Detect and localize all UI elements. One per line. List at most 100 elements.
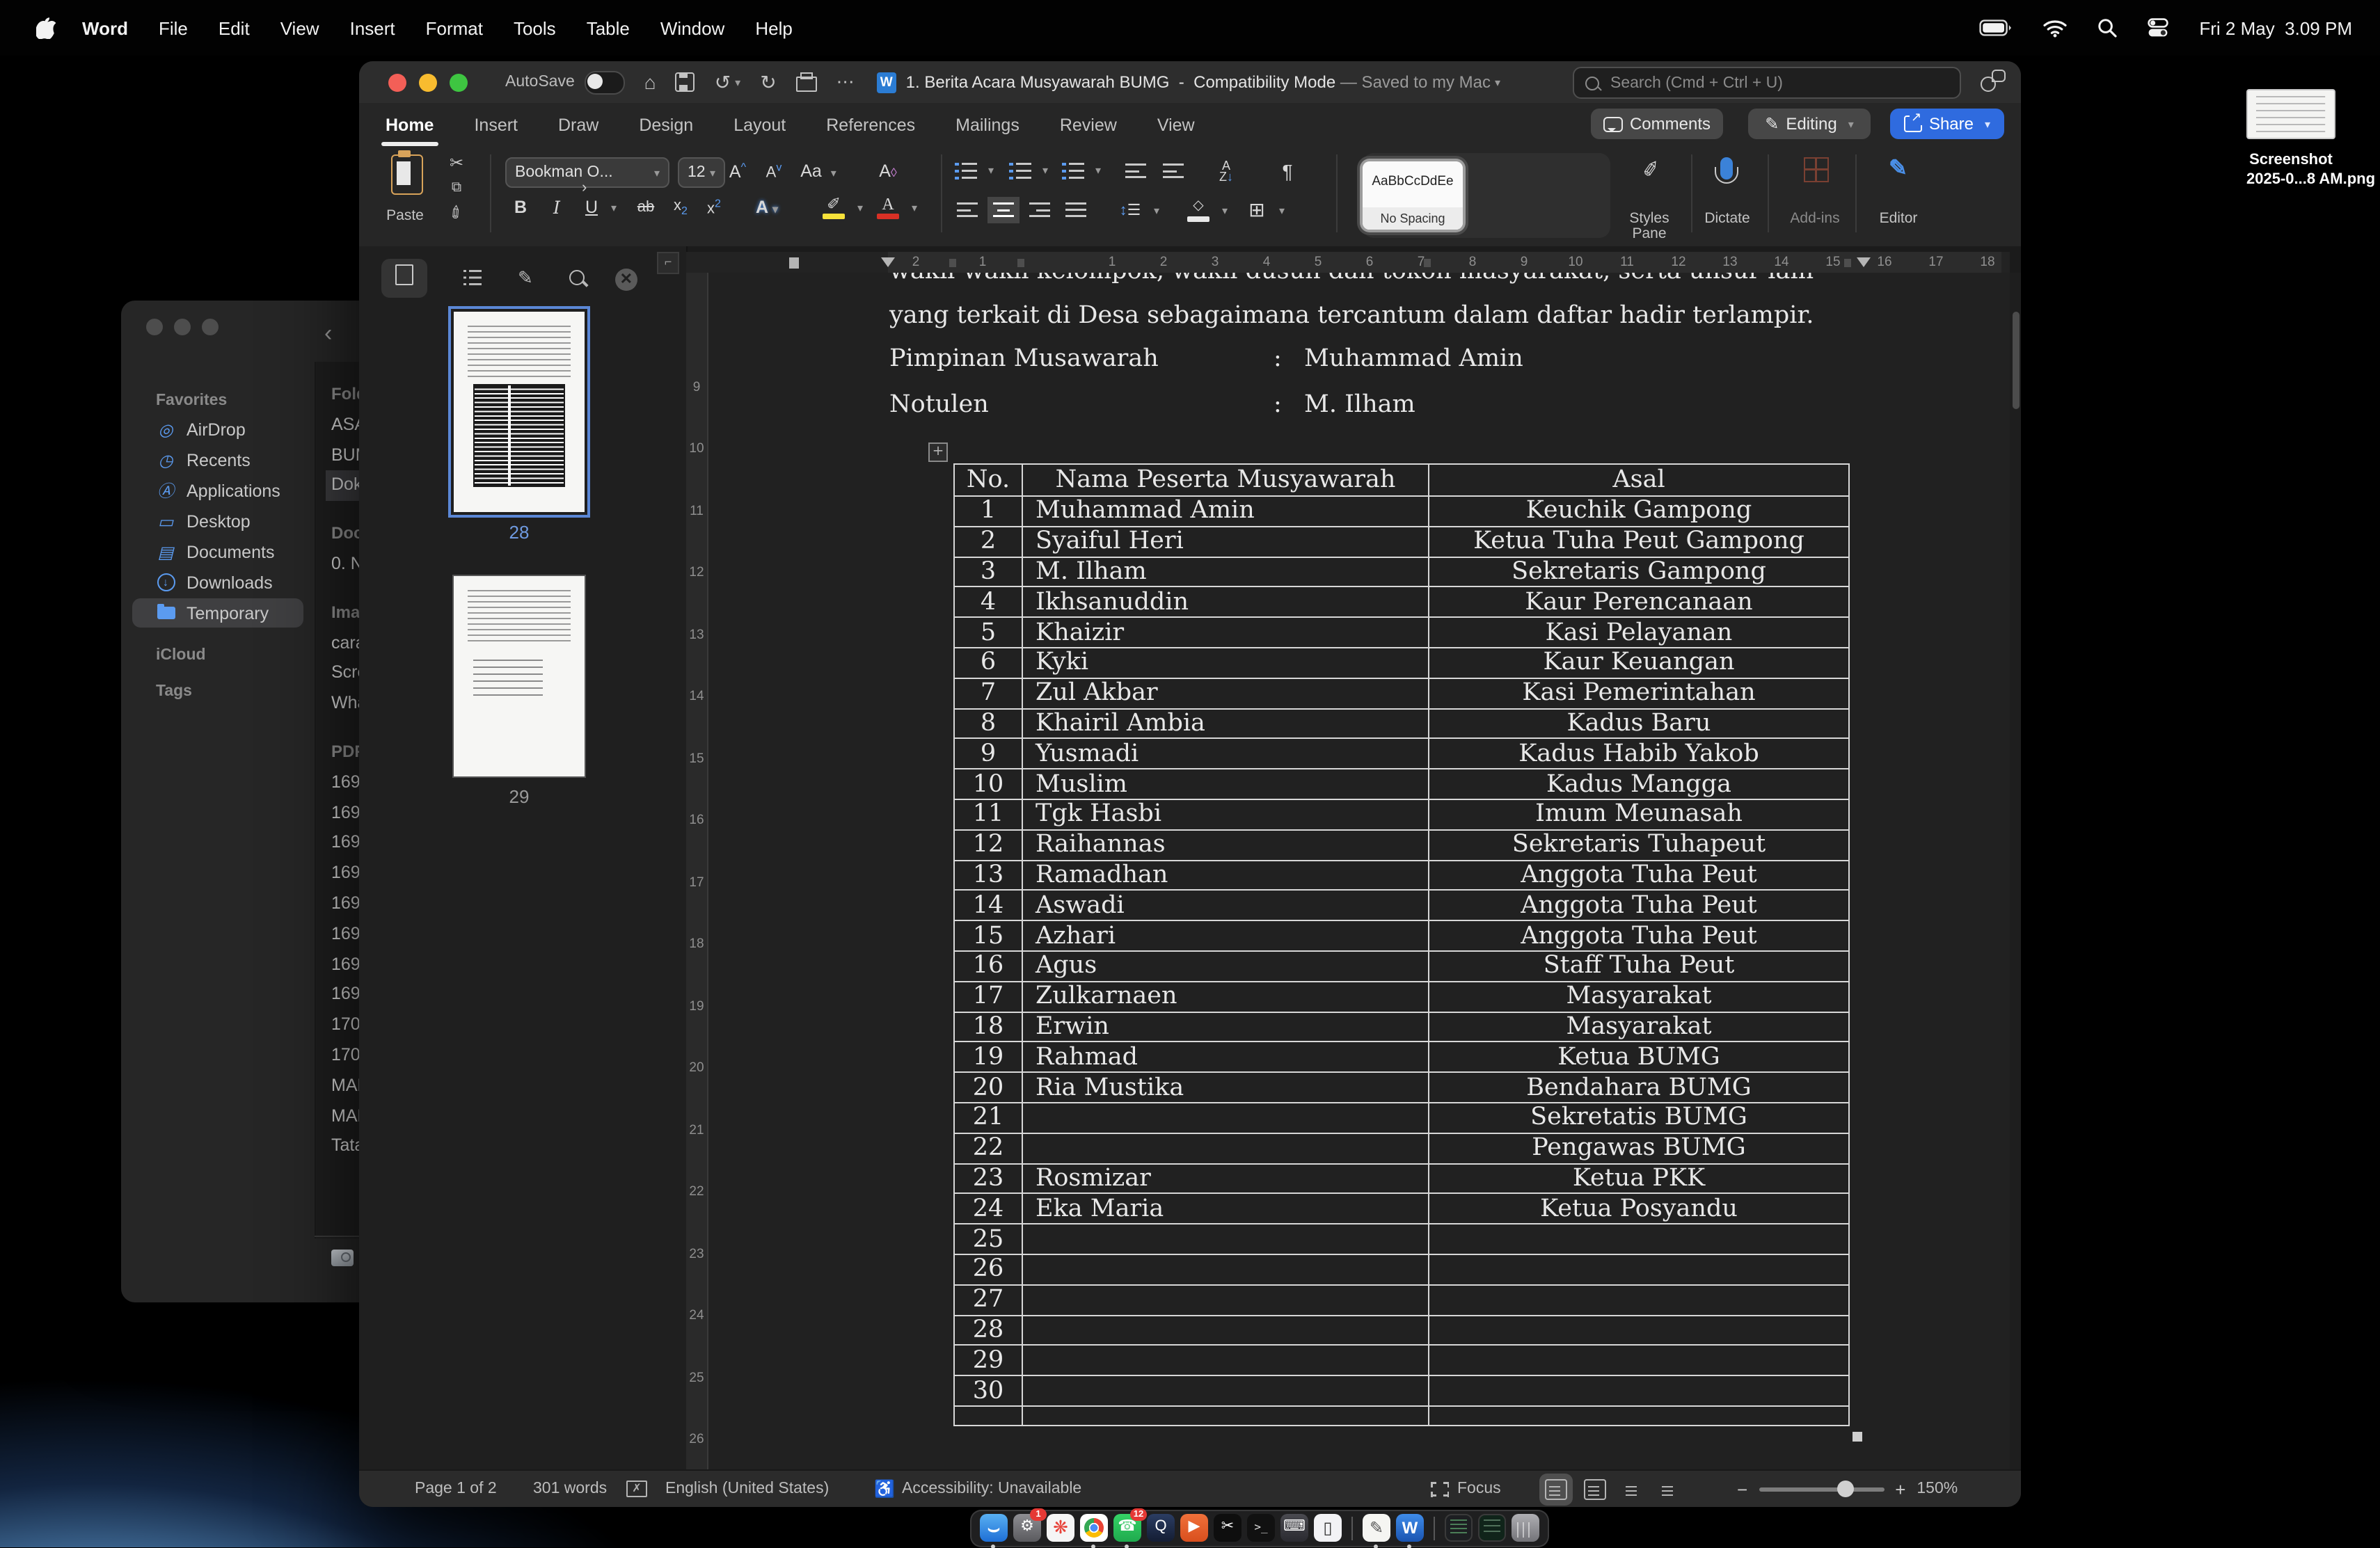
table-row[interactable]: 5 Khaizir Kasi Pelayanan	[955, 618, 1850, 648]
search-input[interactable]	[1608, 73, 1933, 93]
ribbon-tab[interactable]: Insert	[473, 109, 519, 140]
save-icon[interactable]	[676, 72, 695, 92]
menu-item-table[interactable]: Table	[571, 17, 645, 38]
dock-app[interactable]: >_	[1247, 1513, 1275, 1544]
saved-status[interactable]: — Saved to my Mac	[1335, 72, 1491, 92]
focus-button[interactable]: Focus	[1457, 1481, 1501, 1497]
undo-chevron-icon[interactable]: ▾	[735, 76, 740, 88]
multilevel-chevron-icon[interactable]: ▾	[1095, 164, 1101, 177]
italic-button[interactable]: I	[553, 197, 560, 218]
add-ins-label[interactable]: Add-ins	[1790, 212, 1839, 227]
bold-button[interactable]: B	[514, 198, 527, 217]
dock-app[interactable]	[1445, 1513, 1473, 1544]
styles-pane-label[interactable]: Styles Pane	[1615, 212, 1684, 242]
print-layout-view-button[interactable]	[1545, 1478, 1567, 1499]
search-pane-tab[interactable]	[569, 268, 585, 289]
first-line-indent-marker[interactable]	[881, 257, 895, 267]
table-row[interactable]: 23 Rosmizar Ketua PKK	[955, 1164, 1850, 1195]
right-indent-marker[interactable]	[1857, 257, 1871, 267]
menu-item-insert[interactable]: Insert	[335, 17, 411, 38]
zoom-slider[interactable]	[1759, 1487, 1884, 1491]
table-row[interactable]: 22 Pengawas BUMG	[955, 1133, 1850, 1164]
table-row[interactable]: 14 Aswadi Anggota Tuha Peut	[955, 891, 1850, 922]
styles-pane-icon[interactable]: ✐	[1640, 156, 1662, 184]
finder-window[interactable]: Favorites ◎ AirDrop ◷ Recents Ⓐ	[121, 301, 388, 1302]
table-row[interactable]: 11 Tgk Hasbi Imum Meunasah	[955, 800, 1850, 831]
close-pane-button[interactable]: ✕	[615, 266, 637, 290]
superscript-button[interactable]: x2	[707, 197, 721, 217]
spotlight-search-icon[interactable]	[2097, 18, 2117, 38]
format-painter-icon[interactable]: ✐	[445, 201, 468, 225]
increase-indent-icon[interactable]	[1163, 163, 1184, 179]
editing-mode-button[interactable]: Editing ▾	[1748, 109, 1871, 139]
menu-item-edit[interactable]: Edit	[203, 17, 265, 38]
battery-icon[interactable]	[1979, 19, 2013, 36]
cut-icon[interactable]: ✂	[450, 153, 463, 173]
table-row[interactable]: 25	[955, 1224, 1850, 1255]
menu-item-format[interactable]: Format	[411, 17, 498, 38]
zoom-slider-thumb[interactable]	[1836, 1481, 1853, 1497]
underline-button[interactable]: U	[585, 198, 598, 217]
table-resize-handle[interactable]	[1853, 1432, 1862, 1442]
sidebar-item[interactable]: Ⓐ Applications	[132, 476, 303, 505]
table-row[interactable]: 1 Muhammad Amin Keuchik Gampong	[955, 497, 1850, 527]
styles-expand-icon[interactable]: ›	[582, 179, 587, 196]
attendance-table[interactable]: No. Nama Peserta Musyawarah Asal 1 Muham…	[953, 463, 1850, 1426]
borders-chevron-icon[interactable]: ▾	[1279, 205, 1285, 217]
ribbon-tab[interactable]: View	[1156, 109, 1196, 140]
table-row[interactable]	[955, 1407, 1850, 1426]
borders-icon[interactable]: ⊞	[1248, 198, 1264, 222]
justify-icon[interactable]	[1065, 202, 1086, 218]
control-center-icon[interactable]	[2148, 18, 2168, 38]
redo-icon[interactable]	[760, 70, 776, 94]
draft-view-button[interactable]	[1659, 1480, 1679, 1498]
table-row[interactable]: 8 Khairil Ambia Kadus Baru	[955, 709, 1850, 740]
bullet-chevron-icon[interactable]: ▾	[988, 164, 994, 177]
autosave-toggle[interactable]	[585, 70, 625, 94]
dictate-icon[interactable]	[1720, 157, 1733, 179]
zoom-button[interactable]	[450, 73, 468, 91]
table-row[interactable]: 16 Agus Staff Tuha Peut	[955, 952, 1850, 982]
dock-app[interactable]	[1512, 1513, 1539, 1544]
web-layout-view-button[interactable]	[1584, 1478, 1606, 1499]
table-row[interactable]: 12 Raihannas Sekretaris Tuhapeut	[955, 831, 1850, 861]
headings-view-tab[interactable]	[463, 268, 482, 289]
paste-label[interactable]: Paste	[386, 209, 424, 224]
dock-app[interactable]: ❋	[1047, 1513, 1074, 1544]
align-center-icon[interactable]	[993, 202, 1014, 218]
minimize-button[interactable]	[419, 73, 437, 91]
table-row[interactable]: 20 Ria Mustika Bendahara BUMG	[955, 1073, 1850, 1103]
ribbon-tab[interactable]: Mailings	[954, 109, 1021, 140]
outline-view-button[interactable]	[1623, 1480, 1642, 1498]
home-icon[interactable]	[644, 71, 656, 93]
table-row[interactable]: 2 Syaiful Heri Ketua Tuha Peut Gampong	[955, 527, 1850, 558]
desktop-file-screenshot[interactable]: Screenshot 2025-0...8 AM.png	[2246, 89, 2335, 189]
more-options-icon[interactable]: ⋯	[836, 71, 855, 93]
ribbon-tab[interactable]: Design	[637, 109, 695, 140]
dock-app[interactable]: ✂	[1214, 1513, 1241, 1544]
table-column-marker[interactable]	[1017, 259, 1024, 267]
apple-menu[interactable]	[25, 17, 67, 39]
menu-item-tools[interactable]: Tools	[498, 17, 571, 38]
table-column-marker[interactable]	[1844, 259, 1851, 267]
scrollbar-thumb[interactable]	[2012, 312, 2019, 409]
dock-app[interactable]: W	[1396, 1513, 1424, 1544]
font-name-select[interactable]: Bookman O...▾	[505, 157, 669, 188]
table-row[interactable]: 18 Erwin Masyarakat	[955, 1012, 1850, 1043]
editor-icon[interactable]: ✎	[1889, 154, 1907, 182]
table-row[interactable]: 10 Muslim Kadus Mangga	[955, 769, 1850, 800]
subscript-button[interactable]: x2	[674, 198, 688, 217]
change-case-icon[interactable]: Aa ▾	[800, 161, 836, 181]
grow-font-icon[interactable]: A^	[729, 161, 746, 182]
shrink-font-icon[interactable]: Av	[766, 161, 782, 181]
table-row[interactable]: 9 Yusmadi Kadus Habib Yakob	[955, 740, 1850, 770]
style-card[interactable]: AaBbCcDdEe No Spacing	[1363, 161, 1463, 230]
edit-view-tab[interactable]: ✎	[518, 267, 533, 289]
sidebar-item[interactable]: Temporary	[132, 598, 303, 628]
vertical-scrollbar[interactable]	[2010, 273, 2021, 1471]
title-chevron-icon[interactable]: ▾	[1495, 76, 1500, 88]
zoom-percentage[interactable]: 150%	[1917, 1481, 1958, 1497]
dock-app[interactable]	[1478, 1513, 1506, 1544]
comments-button[interactable]: Comments	[1591, 109, 1723, 139]
table-row[interactable]: 6 Kyki Kaur Keuangan	[955, 648, 1850, 679]
